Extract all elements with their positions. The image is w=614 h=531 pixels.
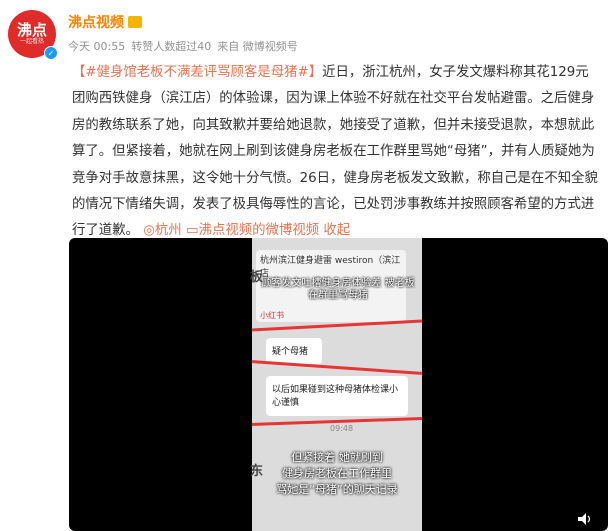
side-character: 东 <box>250 464 264 479</box>
caption-line: 骂她是“母猪”的聊天记录 <box>276 483 398 496</box>
post-source[interactable]: 来自 微博视频号 <box>217 38 298 54</box>
video-link-icon: ▭ <box>185 223 199 239</box>
location-pin-icon: ◎ <box>143 223 155 239</box>
post-meta: 今天 00:55 转赞人数超过40 来自 微博视频号 <box>68 38 298 54</box>
verified-badge-icon: ✓ <box>44 46 58 60</box>
topic-hashtag-link[interactable]: 【#健身馆老板不满差评骂顾客是母猪#】 <box>72 65 322 80</box>
avatar-logo-subtext: 一起看热 <box>19 38 44 45</box>
video-card-source: 小红书 <box>260 311 284 320</box>
video-frame-screenshot: 杭州滨江健身避雷 westiron（滨江店 小红书 顾客发文吐槽健身房体验差 被… <box>250 238 423 531</box>
chat-bubble: 以后如果碰到这种母猪体检课小心谨慎 <box>266 376 408 416</box>
video-card-title: 杭州滨江健身避雷 westiron（滨江店 <box>260 256 401 279</box>
avatar-logo-text: 沸点 <box>16 21 47 39</box>
video-overlay-text: 顾客发文吐槽健身房体验差 被老板在群里骂母猪 <box>261 278 415 301</box>
name-row: 沸点视频 <box>68 12 142 32</box>
side-character: 板 <box>250 270 264 285</box>
video-link-label: 沸点视频的微博视频 <box>198 223 320 239</box>
repost-count: 转赞人数超过40 <box>131 40 212 53</box>
location-link[interactable]: ◎杭州 <box>143 223 186 238</box>
video-link[interactable]: ▭沸点视频的微博视频 <box>186 223 323 238</box>
chat-timestamp: 09:48 <box>330 424 354 433</box>
location-label: 杭州 <box>154 223 182 239</box>
post-body-text: 近日，浙江杭州，女子发文爆料称其花129元团购西铁健身（滨江店）的体验课，因为课… <box>72 65 598 239</box>
collapse-link[interactable]: 收起 <box>323 223 350 238</box>
caption-line: 但紧接着 她就刷到 <box>291 451 383 464</box>
volume-icon[interactable] <box>578 513 592 525</box>
account-name-link[interactable]: 沸点视频 <box>68 12 124 32</box>
caption-line: 健身房老板在工作群里 <box>282 467 392 480</box>
post-header: 沸点 一起看热 ✓ 沸点视频 今天 00:55 转赞人数超过40 来自 微博视频… <box>8 8 608 60</box>
red-highlight-line <box>252 360 422 375</box>
post-body: 【#健身馆老板不满差评骂顾客是母猪#】近日，浙江杭州，女子发文爆料称其花129元… <box>72 60 602 245</box>
chat-bubble: 疑个母猪 <box>266 338 322 364</box>
post-time[interactable]: 今天 00:55 <box>68 38 125 54</box>
video-player[interactable]: 杭州滨江健身避雷 westiron（滨江店 小红书 顾客发文吐槽健身房体验差 被… <box>69 238 608 531</box>
crown-icon <box>128 16 142 28</box>
